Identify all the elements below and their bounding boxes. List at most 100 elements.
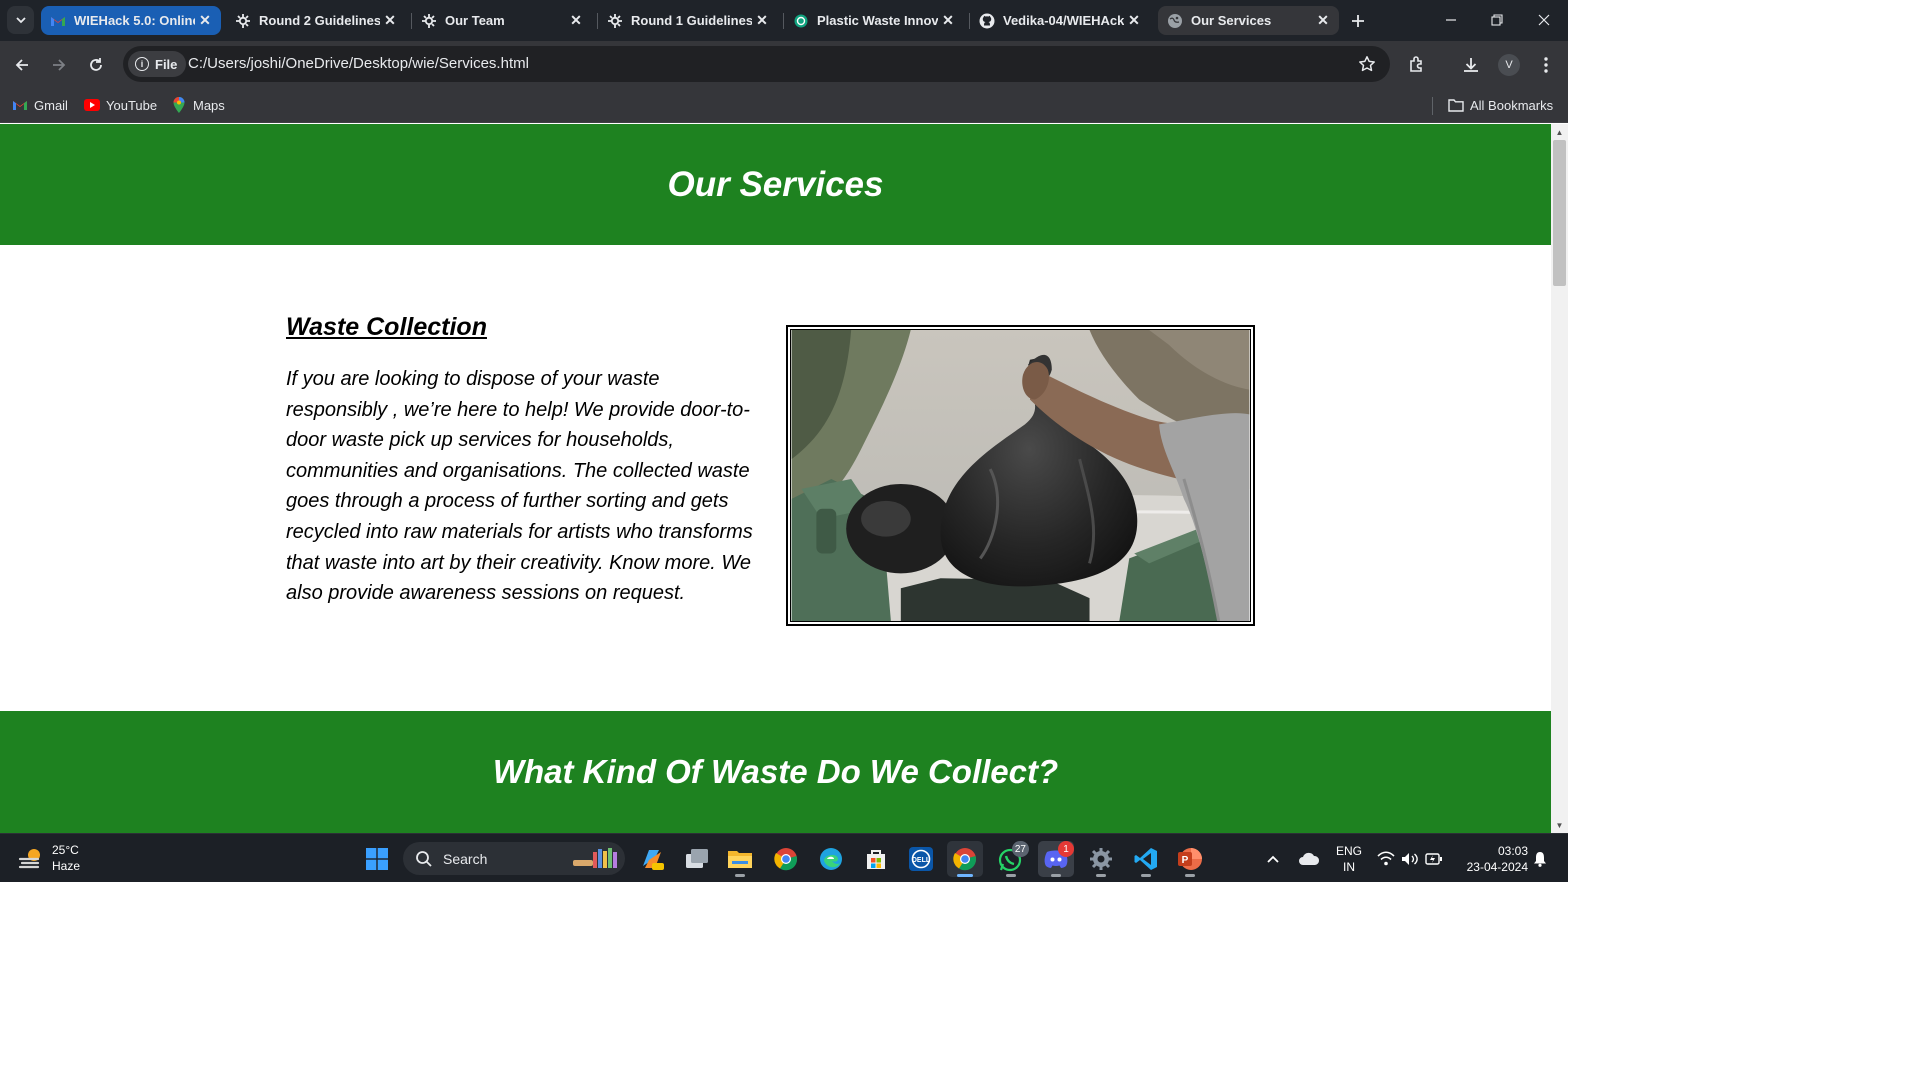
new-tab-button[interactable] [1347,10,1369,32]
bookmarks-separator [1432,97,1433,115]
chevron-up-icon [1267,855,1279,863]
clock[interactable]: 03:03 23-04-2024 [1456,843,1528,875]
close-window-button[interactable] [1524,8,1564,32]
taskbar-file-explorer[interactable] [722,841,758,877]
tab-title: Our Services [1191,13,1272,28]
close-icon[interactable]: ✕ [566,11,586,31]
bookmark-label: Maps [193,97,225,113]
all-bookmarks-button[interactable]: All Bookmarks [1448,95,1553,115]
taskbar-powerpoint[interactable]: P [1172,841,1208,877]
profile-avatar[interactable]: V [1498,54,1520,76]
taskbar-search[interactable]: Search [403,842,625,875]
bookmark-youtube[interactable]: YouTube [84,95,157,115]
scroll-down-icon[interactable]: ▼ [1551,818,1568,832]
downloads-button[interactable] [1458,52,1484,78]
clock-time: 03:03 [1497,844,1528,858]
tab-github[interactable]: Vedika-04/WIEHAck ✕ [970,6,1150,35]
gmail-icon [12,97,28,113]
weather-widget[interactable]: 25°C Haze [18,842,80,874]
page-viewport: Our Services Waste Collection If you are… [0,124,1551,833]
folder-icon [1448,97,1464,113]
tab-our-services[interactable]: Our Services ✕ [1158,6,1339,35]
tab-title: Vedika-04/WIEHAck [1003,13,1124,28]
running-indicator [957,874,973,877]
kebab-menu-icon [1544,57,1548,73]
tab-round2[interactable]: Round 2 Guidelines ✕ [226,6,406,35]
close-icon[interactable]: ✕ [380,11,400,31]
taskbar-store[interactable] [858,841,894,877]
devfolio-icon [235,13,251,29]
notifications-button[interactable] [1530,841,1550,877]
tab-title: Our Team [445,13,505,28]
tray-overflow-button[interactable] [1258,841,1288,877]
discord-badge: 1 [1058,841,1074,857]
back-button[interactable] [8,51,36,79]
volume-icon [1402,853,1418,865]
bell-icon [1534,852,1546,867]
svg-text:DELL: DELL [912,857,931,864]
site-info-chip[interactable]: i File [128,51,187,77]
taskbar-task-view[interactable] [679,841,715,877]
taskbar-discord[interactable]: 1 [1038,841,1074,877]
tab-round1[interactable]: Round 1 Guidelines ✕ [598,6,778,35]
tab-wiehack[interactable]: WIEHack 5.0: Online ✕ [41,6,221,35]
chrome-icon [953,848,977,871]
taskbar-dell[interactable]: DELL [903,841,939,877]
close-icon[interactable]: ✕ [1124,11,1144,31]
store-icon [867,850,885,869]
taskbar-whatsapp[interactable]: 27 [993,841,1029,877]
minimize-icon [1446,19,1456,21]
globe-icon [1167,13,1183,29]
taskbar-chrome-1[interactable] [768,841,804,877]
weather-temperature: 25°C [52,843,79,857]
tab-plastic-waste[interactable]: Plastic Waste Innova ✕ [784,6,964,35]
close-icon[interactable]: ✕ [938,11,958,31]
taskbar-vscode[interactable] [1128,841,1164,877]
tab-search-button[interactable] [7,6,34,34]
address-bar[interactable]: i File C:/Users/joshi/OneDrive/Desktop/w… [123,46,1390,82]
books-highlight-icon [573,848,617,868]
scroll-thumb[interactable] [1553,140,1566,286]
site-chip-label: File [155,56,178,72]
page-header-banner: Our Services [0,124,1551,245]
minimize-button[interactable] [1431,8,1471,32]
chevron-down-icon [15,17,26,24]
task-view-icon [686,849,708,868]
bookmark-star-button[interactable] [1356,53,1378,75]
page-scrollbar[interactable]: ▲ ▼ [1551,124,1568,833]
start-button[interactable] [359,841,395,877]
browser-menu-button[interactable] [1533,52,1559,78]
devfolio-icon [421,13,437,29]
close-icon[interactable]: ✕ [752,11,772,31]
taskbar-edge[interactable] [813,841,849,877]
restore-icon [1491,14,1503,26]
input-language[interactable]: ENG IN [1333,843,1365,875]
restore-button[interactable] [1477,8,1517,32]
close-icon[interactable]: ✕ [195,11,215,31]
scroll-up-icon[interactable]: ▲ [1551,125,1568,139]
tab-title: Plastic Waste Innova [817,13,938,28]
github-icon [979,13,995,29]
tab-our-team[interactable]: Our Team ✕ [412,6,592,35]
extensions-button[interactable] [1404,52,1430,78]
reload-button[interactable] [82,51,110,79]
star-icon [1359,56,1375,72]
taskbar-settings[interactable] [1083,841,1119,877]
service-heading: Waste Collection [286,313,487,341]
tab-strip: WIEHack 5.0: Online ✕ Round 2 Guidelines… [0,0,1568,41]
svg-text:P: P [1182,855,1189,866]
bookmark-maps[interactable]: Maps [171,95,225,115]
quick-settings-button[interactable] [1372,841,1448,877]
garbage-bag-photo [790,329,1251,622]
bookmark-gmail[interactable]: Gmail [12,95,68,115]
url-text[interactable]: C:/Users/joshi/OneDrive/Desktop/wie/Serv… [188,55,529,72]
taskbar-chrome-active[interactable] [947,841,983,877]
forward-button[interactable] [45,51,73,79]
reload-icon [90,58,102,71]
chrome-icon [774,848,798,871]
close-icon[interactable]: ✕ [1313,11,1333,31]
bookmarks-bar: Gmail YouTube Maps All Bookmarks [0,88,1568,123]
page-title: Our Services [667,164,884,204]
tray-onedrive[interactable] [1292,841,1326,877]
taskbar-copilot[interactable] [634,841,670,877]
